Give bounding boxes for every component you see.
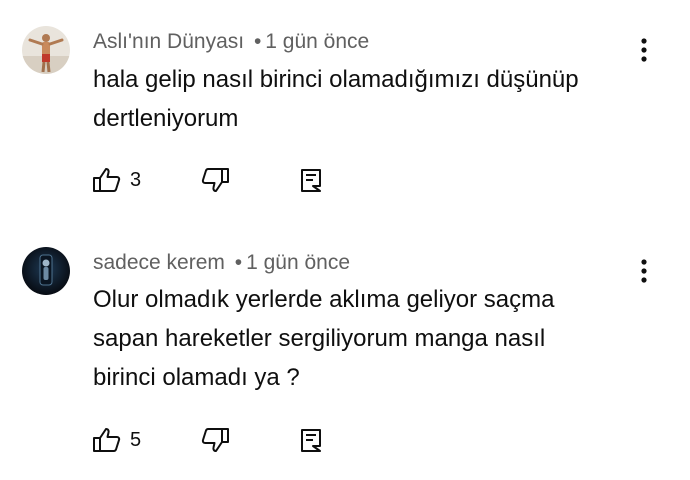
person-photo-avatar-icon	[22, 26, 70, 74]
comment-author[interactable]: sadece kerem	[93, 251, 225, 274]
comment-text-line: hala gelip nasıl birinci olamadığımızı d…	[93, 66, 579, 93]
avatar[interactable]	[22, 26, 70, 74]
thumbs-down-icon	[201, 168, 229, 192]
dislike-button[interactable]	[200, 426, 230, 454]
comment-text-line: dertleniyorum	[93, 105, 239, 132]
comment-meta: sadece kerem • 1 gün önce	[93, 251, 350, 275]
comment-author[interactable]: Aslı'nın Dünyası	[93, 30, 244, 53]
reply-comment-icon	[301, 169, 321, 192]
meta-separator: •	[253, 30, 262, 53]
like-count: 3	[130, 168, 142, 191]
comment-text-line: sapan hareketler sergiliyorum manga nası…	[93, 325, 546, 352]
avatar[interactable]	[22, 247, 70, 295]
dislike-button[interactable]	[200, 166, 230, 194]
comment-item: sadece kerem • 1 gün önce Olur olmadık ye…	[0, 230, 690, 480]
meta-separator: •	[234, 251, 243, 274]
comment-text-line: birinci olamadı ya ?	[93, 364, 300, 391]
thumbs-up-icon	[93, 168, 121, 192]
reply-button[interactable]	[300, 426, 322, 454]
more-options-icon	[641, 38, 647, 62]
like-button[interactable]: 5	[92, 426, 141, 454]
comment-text: hala gelip nasıl birinci olamadığımızı d…	[93, 60, 653, 138]
dark-figure-avatar-icon	[22, 247, 70, 295]
like-count: 5	[130, 428, 142, 451]
comment-text-line: Olur olmadık yerlerde aklıma geliyor saç…	[93, 286, 555, 313]
comment-meta: Aslı'nın Dünyası • 1 gün önce	[93, 30, 369, 54]
comment-text: Olur olmadık yerlerde aklıma geliyor saç…	[93, 280, 653, 397]
thumbs-down-icon	[201, 428, 229, 452]
reply-button[interactable]	[300, 166, 322, 194]
comment-item: Aslı'nın Dünyası • 1 gün önce hala gelip …	[0, 0, 690, 230]
reply-comment-icon	[301, 429, 321, 452]
thumbs-up-icon	[93, 428, 121, 452]
comment-time[interactable]: 1 gün önce	[265, 30, 369, 53]
comment-time[interactable]: 1 gün önce	[246, 251, 350, 274]
like-button[interactable]: 3	[92, 166, 141, 194]
